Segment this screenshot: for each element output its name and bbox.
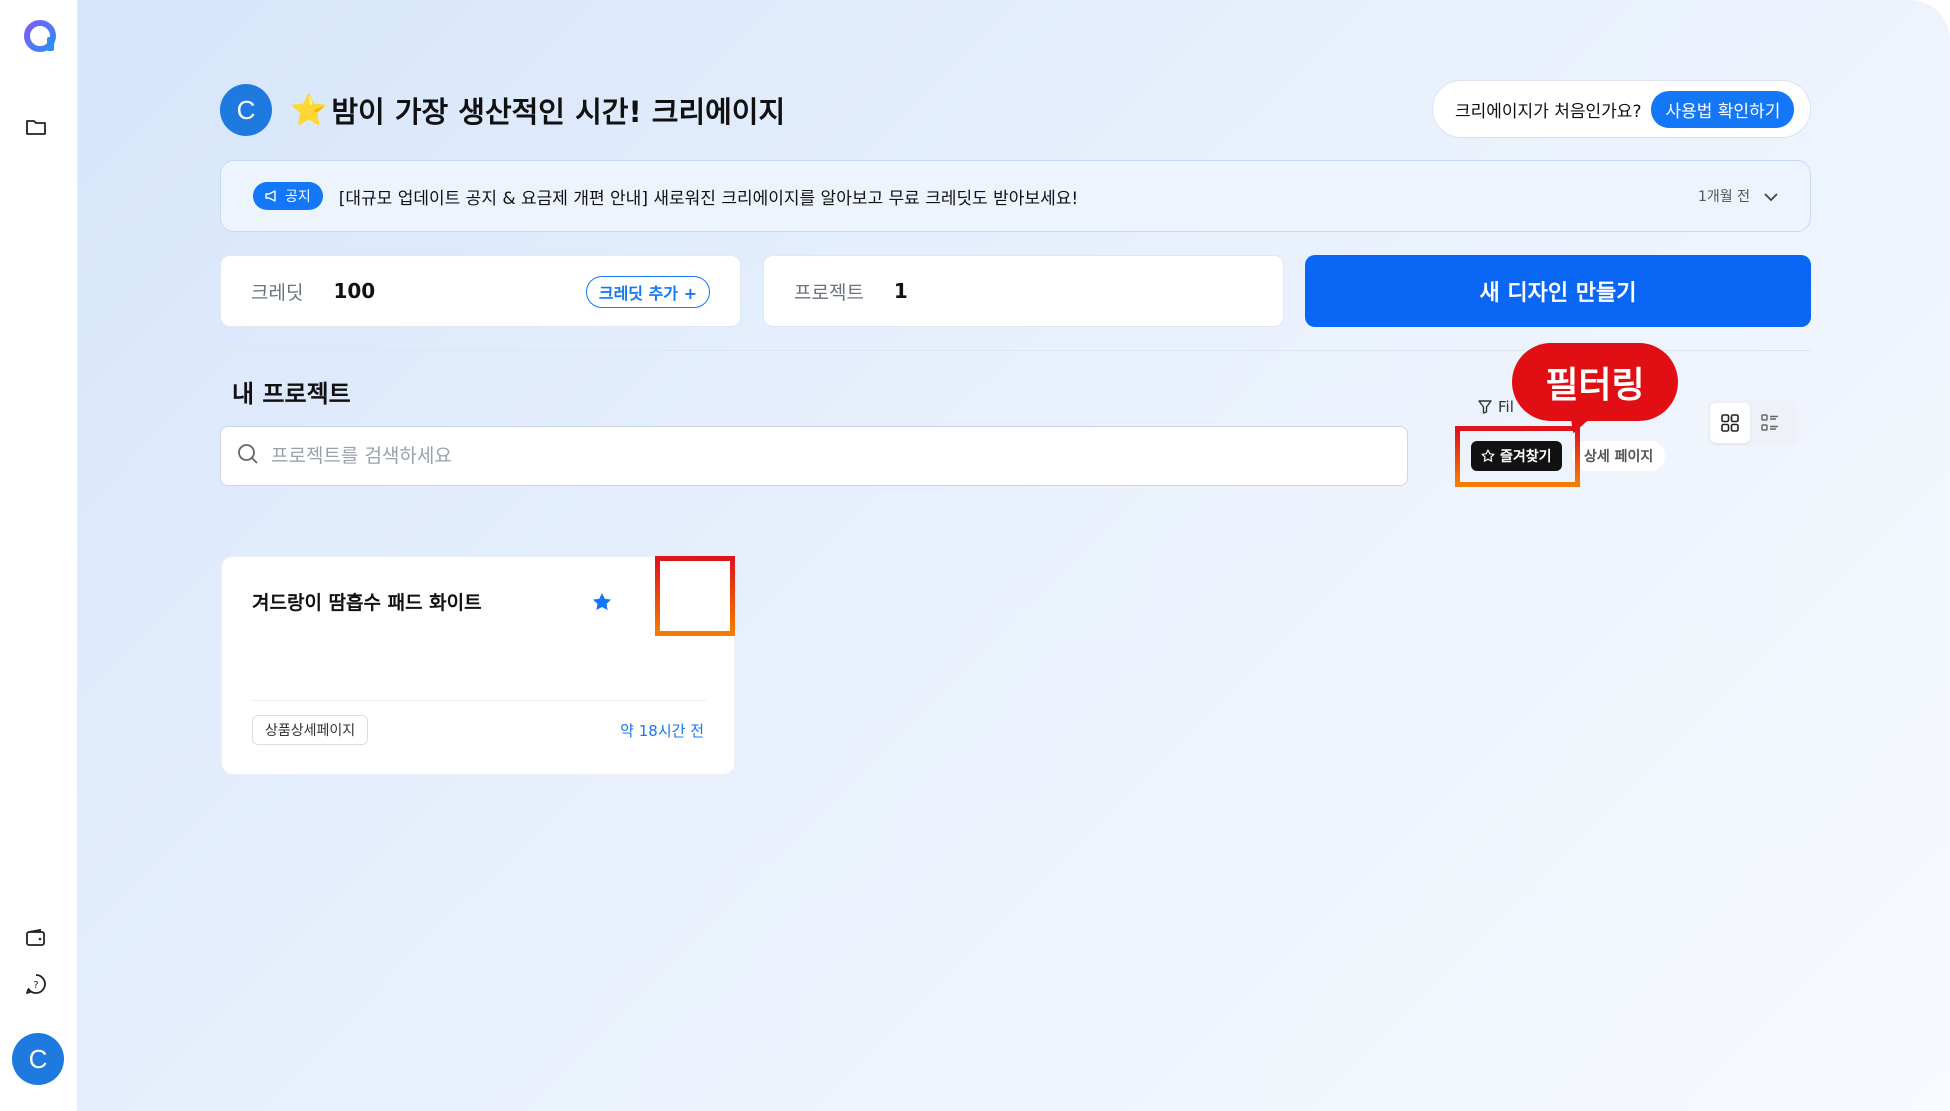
detail-page-filter-chip[interactable]: 상세 페이지 — [1572, 441, 1666, 471]
svg-text:?: ? — [33, 980, 38, 991]
header-avatar: C — [220, 84, 272, 136]
credit-value: 100 — [333, 279, 376, 303]
my-projects-title: 내 프로젝트 — [232, 380, 351, 408]
favorites-highlight-box — [1455, 426, 1580, 487]
credit-label: 크레딧 — [251, 281, 304, 304]
wallet-icon[interactable] — [24, 926, 48, 950]
grid-view-icon[interactable] — [1710, 403, 1750, 443]
notice-text: [대규모 업데이트 공지 & 요금제 개편 안내] 새로워진 크리에이지를 알아… — [338, 188, 1079, 209]
favorite-star-icon[interactable] — [588, 588, 616, 616]
search-input[interactable] — [271, 445, 1371, 467]
project-count-card: 프로젝트 1 — [763, 255, 1284, 327]
folder-icon[interactable] — [24, 115, 48, 139]
greeting-text: 밤이 가장 생산적인 시간! 크리에이지 — [331, 95, 786, 129]
project-type-tag: 상품상세페이지 — [252, 715, 369, 745]
card-divider — [252, 700, 706, 701]
filter-icon — [1478, 400, 1492, 414]
search-box — [220, 426, 1408, 486]
credit-card: 크레딧 100 크레딧 추가 + — [220, 255, 741, 327]
help-chat-icon[interactable]: ? — [24, 972, 48, 996]
star-emoji-icon: ⭐ — [290, 92, 328, 128]
add-credit-button[interactable]: 크레딧 추가 + — [585, 276, 710, 308]
project-count-label: 프로젝트 — [794, 281, 864, 304]
new-design-button[interactable]: 새 디자인 만들기 — [1305, 255, 1811, 327]
app-logo-icon[interactable] — [21, 17, 59, 55]
filter-label-text: Fil — [1498, 398, 1514, 416]
view-toggle — [1707, 400, 1797, 446]
favorite-star-highlight-box — [655, 556, 735, 636]
search-icon — [237, 443, 259, 469]
filtering-callout: 필터링 — [1512, 343, 1678, 421]
filter-label[interactable]: Fil — [1478, 398, 1514, 416]
project-count-value: 1 — [893, 279, 908, 303]
sidebar: ? C — [0, 0, 78, 1111]
user-avatar[interactable]: C — [12, 1033, 64, 1085]
page-title: ⭐ 밤이 가장 생산적인 시간! 크리에이지 — [290, 88, 785, 132]
notice-time: 1개월 전 — [1698, 189, 1750, 205]
chevron-down-icon[interactable] — [1764, 187, 1778, 206]
help-pill: 크리에이지가 처음인가요? 사용법 확인하기 — [1432, 80, 1811, 138]
help-question: 크리에이지가 처음인가요? — [1455, 101, 1642, 122]
project-title: 겨드랑이 땀흡수 패드 화이트 — [252, 592, 482, 614]
notice-badge-label: 공지 — [285, 189, 311, 205]
list-view-icon[interactable] — [1750, 403, 1790, 443]
project-updated-time: 약 18시간 전 — [620, 722, 704, 740]
notice-banner[interactable]: 공지 [대규모 업데이트 공지 & 요금제 개편 안내] 새로워진 크리에이지를… — [220, 160, 1811, 232]
megaphone-icon — [265, 190, 276, 202]
notice-badge: 공지 — [253, 182, 323, 210]
view-guide-button[interactable]: 사용법 확인하기 — [1651, 90, 1795, 128]
